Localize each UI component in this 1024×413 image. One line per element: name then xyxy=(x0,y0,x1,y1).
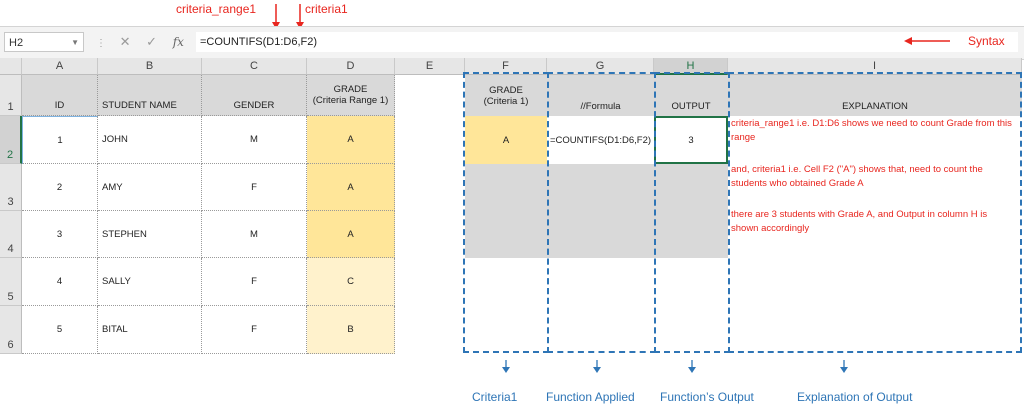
table-cell-gender[interactable]: F xyxy=(202,306,307,354)
header-gender[interactable]: GENDER xyxy=(202,75,307,116)
formula-bar: H2 ▼ ⋮ ✕ ✓ fx =COUNTIFS(D1:D6,F2) xyxy=(0,26,1024,60)
name-box[interactable]: H2 ▼ xyxy=(4,32,84,52)
header-id[interactable]: ID xyxy=(22,75,98,116)
table-cell-name[interactable]: STEPHEN xyxy=(98,211,202,258)
row-header-5[interactable]: 5 xyxy=(0,258,22,306)
more-options-icon: ⋮ xyxy=(96,38,106,49)
table-cell-gender[interactable]: F xyxy=(202,164,307,211)
function-output-down-arrow-icon xyxy=(688,360,696,373)
row-header-3[interactable]: 3 xyxy=(0,164,22,211)
table-cell-name[interactable]: SALLY xyxy=(98,258,202,306)
explanation-down-arrow-icon xyxy=(840,360,848,373)
table-cell-grade[interactable]: A xyxy=(307,164,395,211)
table-cell-grade[interactable]: B xyxy=(307,306,395,354)
label-function-output: Function’s Output xyxy=(660,390,754,404)
function-applied-down-arrow-icon xyxy=(593,360,601,373)
table-cell-id[interactable]: 3 xyxy=(22,211,98,258)
table-cell-name[interactable]: JOHN xyxy=(98,116,202,164)
table-cell-name[interactable]: AMY xyxy=(98,164,202,211)
column-header-a[interactable]: A xyxy=(22,58,98,75)
cell-e1[interactable] xyxy=(395,75,465,116)
table-cell-id[interactable]: 4 xyxy=(22,258,98,306)
criteria1-annotation: criteria1 xyxy=(305,2,348,16)
row-header-4[interactable]: 4 xyxy=(0,211,22,258)
table-cell-grade[interactable]: A xyxy=(307,211,395,258)
formula-input[interactable]: =COUNTIFS(D1:D6,F2) xyxy=(196,32,1018,52)
chevron-down-icon[interactable]: ▼ xyxy=(71,33,79,53)
criteria1-down-arrow-icon xyxy=(502,360,510,373)
criteria1-highlight-box xyxy=(463,72,549,353)
select-all-corner[interactable] xyxy=(0,58,22,75)
column-header-d[interactable]: D xyxy=(307,58,395,75)
row-header-1[interactable]: 1 xyxy=(0,75,22,116)
formula-bar-buttons: ⋮ ✕ ✓ fx xyxy=(96,32,184,52)
table-cell-gender[interactable]: M xyxy=(202,116,307,164)
function-output-highlight-box xyxy=(654,72,730,353)
explanation-highlight-box xyxy=(728,72,1022,353)
function-applied-highlight-box xyxy=(547,72,656,353)
table-cell-id[interactable]: 1 xyxy=(22,116,98,164)
label-explanation-output: Explanation of Output xyxy=(797,390,913,404)
table-cell-id[interactable]: 5 xyxy=(22,306,98,354)
header-grade[interactable]: GRADE (Criteria Range 1) xyxy=(307,75,395,116)
row-header-2[interactable]: 2 xyxy=(0,116,22,164)
table-cell-name[interactable]: BITAL xyxy=(98,306,202,354)
label-criteria1: Criteria1 xyxy=(472,390,518,404)
table-cell-gender[interactable]: F xyxy=(202,258,307,306)
column-header-e[interactable]: E xyxy=(395,58,465,75)
syntax-arrow-icon xyxy=(904,37,950,45)
table-cell-grade[interactable]: C xyxy=(307,258,395,306)
header-student-name[interactable]: STUDENT NAME xyxy=(98,75,202,116)
label-function-applied: Function Applied xyxy=(546,390,635,404)
table-cell-gender[interactable]: M xyxy=(202,211,307,258)
column-header-c[interactable]: C xyxy=(202,58,307,75)
row-header-6[interactable]: 6 xyxy=(0,306,22,354)
criteria-range1-annotation: criteria_range1 xyxy=(176,2,257,16)
enter-icon[interactable]: ✓ xyxy=(146,34,157,49)
fx-icon[interactable]: fx xyxy=(173,35,184,49)
table-cell-grade[interactable]: A xyxy=(307,116,395,164)
spreadsheet-grid: A B C D E F G H I 1 2 3 4 5 6 ID STUDENT… xyxy=(0,58,1024,413)
syntax-annotation: Syntax xyxy=(968,34,1005,48)
table-cell-id[interactable]: 2 xyxy=(22,164,98,211)
column-header-b[interactable]: B xyxy=(98,58,202,75)
cancel-icon[interactable]: ✕ xyxy=(120,34,131,49)
